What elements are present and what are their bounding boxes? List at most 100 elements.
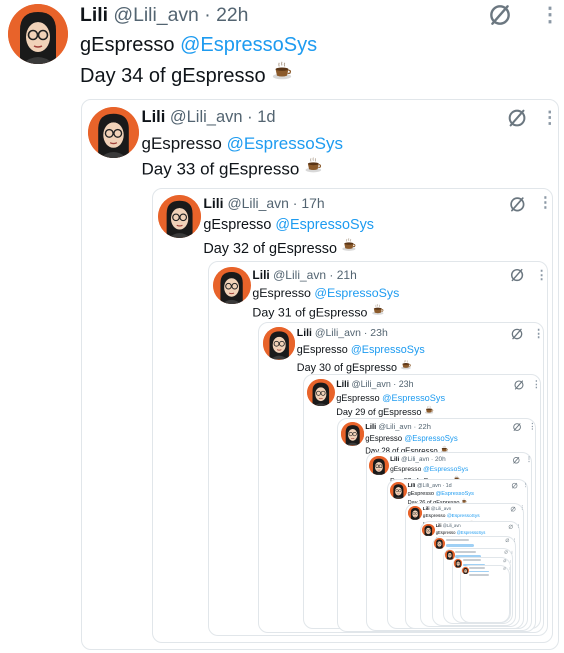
no-entry-icon[interactable] [508, 524, 513, 529]
avatar[interactable] [389, 482, 407, 500]
tweet[interactable]: Lili @Lili_avn · 22h gEspresso @EspressoS… [0, 0, 564, 98]
avatar[interactable] [87, 106, 139, 158]
no-entry-icon[interactable] [509, 267, 525, 283]
tweet-word: gEspresso [80, 34, 175, 56]
more-vertical-icon[interactable]: ⋮ [510, 550, 513, 555]
display-name[interactable]: Lili [203, 195, 223, 211]
more-vertical-icon[interactable]: ⋮ [538, 193, 552, 215]
avatar[interactable] [461, 566, 470, 575]
no-entry-icon[interactable] [513, 379, 525, 391]
more-vertical-icon[interactable]: ⋮ [535, 266, 547, 285]
coffee-cup-icon [271, 60, 293, 91]
display-name[interactable]: Lili [142, 108, 166, 126]
no-entry-icon[interactable] [511, 482, 518, 489]
avatar-image [307, 378, 335, 407]
tweet-text-placeholder [445, 538, 469, 542]
more-vertical-icon[interactable]: ⋮ [540, 0, 560, 30]
avatar[interactable] [340, 422, 365, 446]
display-name[interactable]: Lili [423, 506, 430, 511]
avatar[interactable] [453, 559, 463, 568]
more-vertical-icon[interactable]: ⋮ [541, 105, 558, 131]
mention-link[interactable]: @EspressoSys [351, 344, 425, 356]
user-handle[interactable]: @Lili_avn [273, 268, 326, 282]
more-vertical-icon[interactable]: ⋮ [509, 559, 512, 563]
no-entry-icon[interactable] [512, 456, 521, 465]
avatar-image [369, 455, 390, 476]
timestamp[interactable]: 23h [370, 328, 387, 339]
no-entry-icon[interactable] [505, 538, 510, 543]
timestamp[interactable]: 1d [446, 483, 452, 489]
no-entry-icon[interactable] [510, 327, 524, 341]
display-name[interactable]: Lili [408, 483, 416, 489]
display-name[interactable]: Lili [436, 523, 442, 528]
display-name[interactable]: Lili [80, 4, 108, 26]
more-vertical-icon[interactable]: ⋮ [533, 326, 544, 342]
no-entry-icon[interactable] [506, 107, 528, 129]
mention-link[interactable]: @EspressoSys [227, 134, 343, 153]
avatar[interactable] [8, 4, 68, 64]
user-handle[interactable]: @Lili_avn [352, 379, 391, 389]
user-handle[interactable]: @Lili_avn [417, 483, 441, 489]
mention-link[interactable]: @EspressoSys [382, 393, 445, 403]
caption-text: Day 33 of gEspresso [141, 159, 300, 179]
avatar[interactable] [407, 505, 423, 521]
mention-link[interactable]: @EspressoSys [423, 466, 468, 473]
quoted-tweet[interactable]: ⋮ [460, 565, 511, 623]
avatar[interactable] [307, 378, 335, 407]
timestamp[interactable]: 17h [301, 195, 324, 211]
mention-link[interactable]: @EspressoSys [404, 434, 457, 443]
avatar[interactable] [262, 327, 296, 360]
no-entry-icon[interactable] [512, 422, 522, 432]
avatar[interactable] [369, 455, 390, 476]
user-handle[interactable]: @Lili_avn [170, 108, 243, 126]
timestamp[interactable]: 22h [216, 4, 248, 26]
mention-link[interactable]: @EspressoSys [275, 217, 374, 233]
mention-link[interactable]: @EspressoSys [180, 34, 317, 56]
more-vertical-icon[interactable]: ⋮ [523, 482, 529, 490]
display-name[interactable]: Lili [336, 379, 349, 389]
avatar[interactable] [445, 550, 455, 560]
display-name[interactable]: Lili [390, 456, 399, 463]
avatar[interactable] [422, 523, 436, 537]
user-handle[interactable]: @Lili_avn [227, 195, 288, 211]
more-vertical-icon[interactable]: ⋮ [532, 378, 541, 392]
mention-link[interactable]: @EspressoSys [457, 530, 486, 535]
user-handle[interactable]: @Lili_avn [443, 523, 461, 528]
tweet-text: gEspresso @EspressoSys [408, 490, 474, 498]
avatar[interactable] [213, 266, 251, 305]
mention-link[interactable]: @EspressoSys [436, 491, 474, 497]
display-name[interactable]: Lili [297, 328, 312, 339]
no-entry-icon[interactable] [504, 550, 508, 554]
mention-link[interactable]: @EspressoSys [447, 514, 480, 519]
user-handle[interactable]: @Lili_avn [315, 328, 361, 339]
user-handle[interactable]: @Lili_avn [401, 456, 429, 463]
more-vertical-icon[interactable]: ⋮ [516, 523, 520, 529]
more-vertical-icon[interactable]: ⋮ [508, 567, 510, 571]
display-name[interactable]: Lili [365, 422, 376, 431]
caption-text: Day 30 of gEspresso [296, 361, 398, 374]
timestamp[interactable]: 22h [418, 422, 431, 431]
caption-text: Day 31 of gEspresso [252, 305, 368, 320]
user-handle[interactable]: @Lili_avn [378, 422, 411, 431]
more-vertical-icon[interactable]: ⋮ [513, 538, 517, 543]
timestamp[interactable]: 21h [337, 268, 357, 282]
no-entry-icon[interactable] [487, 2, 513, 28]
no-entry-icon[interactable] [503, 567, 507, 570]
display-name[interactable]: Lili [252, 268, 269, 282]
more-vertical-icon[interactable]: ⋮ [528, 421, 536, 433]
timestamp[interactable]: 1d [257, 108, 275, 126]
user-handle[interactable]: @Lili_avn [113, 4, 198, 26]
user-handle[interactable]: @Lili_avn [431, 506, 451, 511]
more-vertical-icon[interactable]: ⋮ [526, 455, 533, 465]
no-entry-icon[interactable] [508, 195, 527, 214]
avatar[interactable] [434, 538, 446, 550]
avatar-image [422, 523, 436, 537]
more-vertical-icon[interactable]: ⋮ [520, 505, 525, 512]
timestamp[interactable]: 23h [399, 379, 414, 389]
no-entry-icon[interactable] [510, 506, 516, 512]
mention-link[interactable]: @EspressoSys [314, 286, 399, 300]
no-entry-icon[interactable] [503, 559, 507, 563]
timestamp[interactable]: 20h [435, 456, 446, 463]
separator-dot: · [360, 328, 371, 340]
avatar[interactable] [158, 194, 202, 238]
